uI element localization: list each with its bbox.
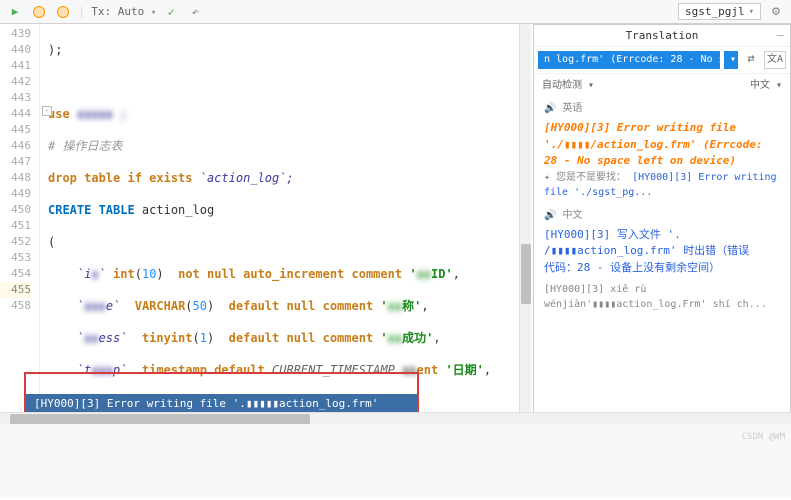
code-line: );	[48, 42, 533, 58]
error-highlight-box: [HY000][3] Error writing file '.▮▮▮▮▮act…	[24, 372, 419, 414]
vertical-scrollbar[interactable]	[519, 24, 531, 422]
target-lang-label[interactable]: 中文 ▾	[750, 76, 782, 91]
target-section-label: 🔊 中文	[544, 208, 780, 223]
circle-icon	[33, 6, 45, 18]
play-icon: ▶	[12, 5, 19, 18]
run-button[interactable]: ▶	[6, 3, 24, 21]
tx-mode-selector[interactable]: Tx: Auto ▾	[91, 5, 156, 18]
rollback-button[interactable]: ↶	[186, 3, 204, 21]
source-text: [HY000][3] Error writing file './▮▮▮▮/ac…	[544, 120, 780, 170]
separator: |	[78, 5, 85, 19]
commit-button[interactable]: ✓	[162, 3, 180, 21]
code-area[interactable]: ); use ▮▮▮▮▮ ; # 操作日志表 drop table if exi…	[40, 24, 533, 422]
sql-editor[interactable]: 4394404414424434444454464474484494504514…	[0, 24, 533, 422]
scrollbar-thumb[interactable]	[10, 414, 310, 424]
toolbar: ▶ | Tx: Auto ▾ ✓ ↶ sgst_pgjl▾ ⚙	[0, 0, 791, 24]
fold-gutter: -	[40, 24, 54, 422]
swap-languages-button[interactable]: ⇄	[742, 51, 760, 69]
run-script-button[interactable]	[30, 3, 48, 21]
chevron-down-icon: ▾	[151, 8, 156, 18]
datasource-selector[interactable]: sgst_pgjl▾	[678, 3, 761, 20]
horizontal-scrollbar[interactable]	[0, 412, 791, 424]
close-icon[interactable]: –	[777, 28, 784, 42]
chevron-down-icon: ▾	[749, 7, 754, 17]
target-lang-button[interactable]: 文A	[764, 51, 786, 69]
translation-panel: Translation – n log.frm' (Errcode: 28 - …	[533, 24, 791, 422]
pinyin-text: [HY000][3] xiě rù wénjiàn'▮▮▮▮action_log…	[544, 282, 780, 312]
step-button[interactable]	[54, 3, 72, 21]
panel-title: Translation –	[534, 25, 790, 47]
line-gutter: 4394404414424434444454464474484494504514…	[0, 24, 40, 422]
input-dropdown[interactable]: ▾	[724, 51, 738, 69]
translation-input[interactable]: n log.frm' (Errcode: 28 - No space left …	[538, 51, 720, 69]
fold-marker[interactable]: -	[42, 106, 52, 116]
gear-icon: ⚙	[772, 4, 780, 19]
translated-text: [HY000][3] 写入文件 '. /▮▮▮▮action_log.frm' …	[544, 227, 780, 277]
scrollbar-thumb[interactable]	[521, 244, 531, 304]
circle-icon	[57, 6, 69, 18]
source-lang-label[interactable]: 自动检测 ▾	[542, 76, 594, 91]
watermark: CSDN @WM	[742, 432, 785, 442]
source-section-label: 🔊 英语	[544, 101, 780, 116]
suggestion-hint: ✦ 您是不是要找： [HY000][3] Error writing file …	[544, 170, 780, 200]
output-panel	[0, 422, 791, 498]
settings-button[interactable]: ⚙	[767, 3, 785, 21]
